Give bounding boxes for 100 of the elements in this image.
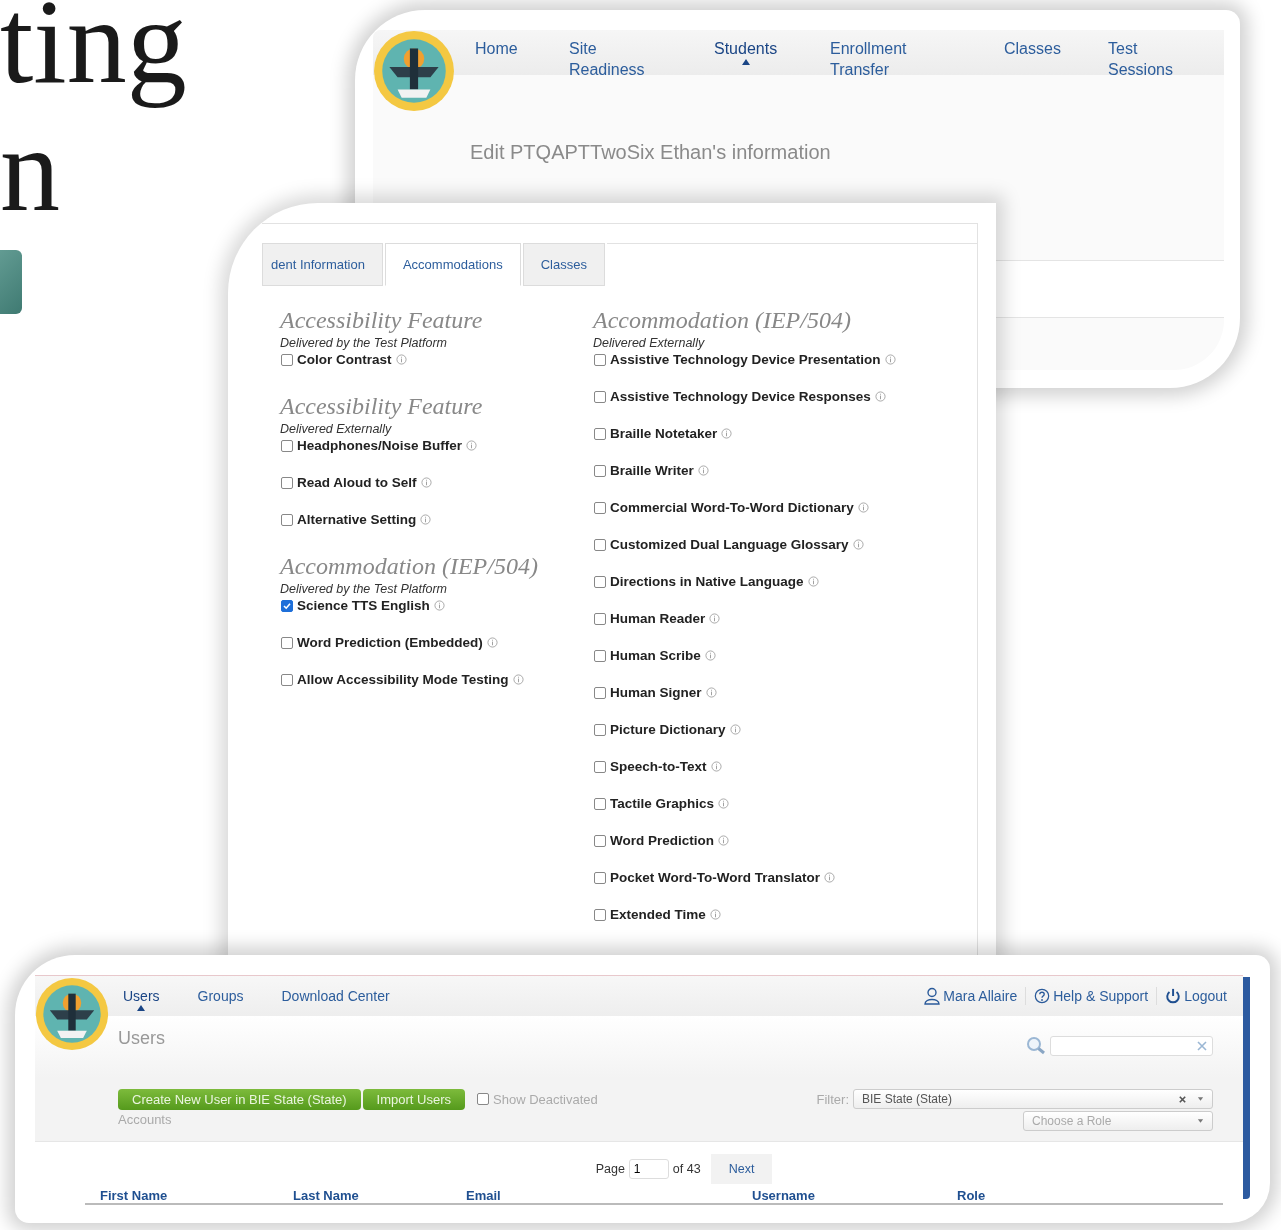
checkbox-label: Tactile Graphics (610, 796, 715, 811)
checkbox[interactable] (477, 1093, 489, 1105)
checkbox[interactable] (594, 538, 606, 551)
page-total: of 43 (672, 1162, 701, 1176)
info-icon[interactable] (729, 724, 741, 735)
checkbox[interactable] (594, 649, 606, 662)
info-icon[interactable] (824, 872, 835, 883)
section-subheading: Delivered Externally (593, 335, 706, 351)
column-header[interactable]: Role (957, 1188, 1223, 1203)
checkbox-label: Pocket Word-To-Word Translator (610, 870, 820, 885)
info-icon[interactable] (857, 502, 869, 513)
checkbox-label: Alternative Setting (297, 512, 417, 527)
section-subheading: Delivered by the Test Platform (280, 581, 448, 597)
info-icon[interactable] (486, 637, 498, 648)
nav-link[interactable]: Enrollment Transfer (830, 38, 920, 86)
section-heading: Accommodation (IEP/504) (280, 552, 539, 580)
column-header[interactable]: Last Name (293, 1188, 466, 1203)
checkbox[interactable] (594, 464, 606, 477)
checkbox-label: Directions in Native Language (610, 574, 804, 589)
info-icon[interactable] (395, 354, 407, 365)
section-heading: Accessibility Feature (280, 392, 484, 420)
checkbox[interactable] (281, 513, 293, 526)
info-icon[interactable] (874, 391, 886, 402)
info-icon[interactable] (420, 477, 432, 488)
checkbox[interactable] (594, 427, 606, 440)
checkbox[interactable] (281, 439, 293, 452)
info-icon[interactable] (709, 909, 721, 920)
column-header[interactable]: Username (752, 1188, 957, 1203)
emblem-logo-icon (35, 977, 109, 1051)
info-icon[interactable] (697, 465, 709, 476)
help-icon[interactable] (1034, 987, 1051, 1005)
nav-link[interactable]: Home (475, 38, 518, 65)
user-menu-link[interactable]: Mara Allaire (916, 987, 1026, 1005)
checkbox[interactable] (594, 390, 606, 403)
checkbox[interactable] (281, 636, 293, 649)
page-input[interactable]: 1 (628, 1159, 669, 1179)
tab[interactable]: Classes (522, 243, 605, 286)
column-header[interactable]: First Name (100, 1188, 293, 1203)
checkbox[interactable] (594, 871, 606, 884)
checkbox[interactable] (281, 599, 293, 612)
info-icon[interactable] (884, 354, 896, 365)
nav-link[interactable]: Download Center (281, 981, 390, 1011)
checkbox-label: Speech-to-Text (610, 759, 707, 774)
info-icon[interactable] (709, 613, 721, 624)
checkbox-label: Color Contrast (297, 352, 392, 367)
checkbox[interactable] (594, 612, 606, 625)
column-header[interactable]: Email (466, 1188, 752, 1203)
info-icon[interactable] (705, 687, 717, 698)
user-menu-link[interactable]: Help & Support (1025, 987, 1157, 1005)
nav-link[interactable]: Students (714, 38, 778, 65)
section-subheading: Delivered Externally (280, 421, 393, 437)
checkbox-label: Headphones/Noise Buffer (297, 438, 463, 453)
nav-link[interactable]: Test Sessions (1108, 38, 1198, 86)
info-icon[interactable] (466, 440, 478, 451)
filter-select[interactable]: BIE State (State) (853, 1089, 1213, 1109)
info-icon[interactable] (852, 539, 864, 550)
search-icon[interactable] (1026, 1036, 1046, 1056)
checkbox-label: Picture Dictionary (610, 722, 726, 737)
checkbox[interactable] (281, 476, 293, 489)
info-icon[interactable] (718, 835, 729, 846)
tab[interactable]: dent Information (262, 243, 383, 286)
nav-link[interactable]: Groups (197, 981, 244, 1011)
checkbox[interactable] (594, 501, 606, 514)
pager-label: Page (595, 1162, 625, 1176)
next-button[interactable]: Next (710, 1154, 773, 1184)
info-icon[interactable] (420, 514, 432, 525)
checkbox[interactable] (594, 575, 606, 588)
checkbox-label: Accounts (118, 1112, 172, 1127)
checkbox[interactable] (281, 353, 293, 366)
clear-icon[interactable] (1178, 1094, 1187, 1104)
section-subheading: Delivered by the Test Platform (280, 335, 448, 351)
search-field[interactable] (1050, 1036, 1213, 1056)
info-icon[interactable] (718, 798, 730, 809)
nav-link[interactable]: Classes (1004, 38, 1061, 65)
person-icon[interactable] (924, 987, 941, 1005)
checkbox[interactable] (281, 673, 293, 686)
checkbox-label: Commercial Word-To-Word Dictionary (610, 500, 854, 515)
user-menu-link[interactable]: Logout (1156, 987, 1235, 1005)
checkbox[interactable] (594, 834, 606, 847)
checkbox[interactable] (594, 686, 606, 699)
section-heading: Accessibility Feature (280, 306, 484, 334)
info-icon[interactable] (512, 674, 524, 685)
nav-link[interactable]: Site Readiness (569, 38, 659, 86)
tab[interactable]: Accommodations (384, 243, 521, 286)
checkbox-label: Science TTS English (297, 598, 430, 613)
info-icon[interactable] (704, 650, 716, 661)
power-icon[interactable] (1165, 987, 1182, 1005)
info-icon[interactable] (721, 428, 733, 439)
checkbox-label: Braille Writer (610, 463, 694, 478)
checkbox[interactable] (594, 908, 606, 921)
checkbox[interactable] (594, 760, 606, 773)
page-title: Edit PTQAPTTwoSix Ethan's information (470, 141, 832, 164)
info-icon[interactable] (433, 600, 445, 611)
info-icon[interactable] (710, 761, 722, 772)
dropdown-arrow-icon (1197, 1096, 1204, 1102)
checkbox[interactable] (594, 797, 606, 810)
checkbox-label: Allow Accessibility Mode Testing (297, 672, 509, 687)
checkbox[interactable] (594, 353, 606, 366)
info-icon[interactable] (807, 576, 819, 587)
checkbox[interactable] (594, 723, 606, 736)
